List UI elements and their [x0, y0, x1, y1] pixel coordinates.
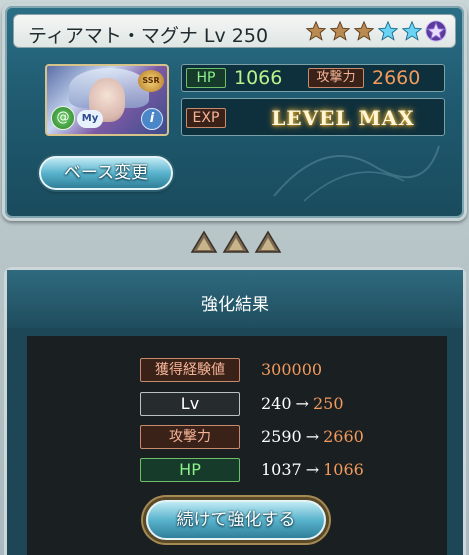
exp-gained-value: 300000	[261, 360, 323, 379]
result-row-hp: HP 1037 → 1066	[27, 458, 447, 484]
result-row-exp: 獲得経験値 300000	[27, 358, 447, 384]
result-row-level: Lv 240 → 250	[27, 392, 447, 418]
arrow-icon: →	[305, 427, 320, 446]
hp-label: HP	[186, 68, 226, 88]
old-value: 240	[261, 394, 292, 413]
result-label: HP	[140, 458, 240, 482]
wind-element-icon: @	[51, 106, 75, 130]
new-value: 2660	[323, 427, 364, 446]
new-value: 1066	[323, 460, 364, 479]
uncap-star-icon	[377, 20, 399, 41]
ssr-rarity-badge: SSR	[138, 70, 164, 92]
info-icon[interactable]: i	[141, 108, 163, 130]
decorative-swirl	[273, 145, 440, 202]
result-label: 獲得経験値	[140, 358, 240, 382]
summon-name-level: ティアマト・マグナ Lv 250	[28, 25, 269, 47]
uncap-stars	[305, 18, 447, 44]
result-label: Lv	[140, 392, 240, 416]
triangle-ornament-icon	[222, 230, 250, 253]
result-values: 300000	[261, 360, 322, 380]
arrow-icon: →	[305, 460, 320, 479]
result-label: 攻撃力	[140, 425, 240, 449]
result-values: 240 → 250	[261, 394, 344, 414]
summon-card: ティアマト・マグナ Lv 250 SSR @ My i HP 1066 攻撃力 …	[2, 3, 467, 221]
old-value: 2590	[261, 427, 302, 446]
new-value: 250	[312, 394, 344, 413]
result-title: 強化結果	[201, 295, 269, 315]
result-values: 1037 → 1066	[261, 460, 364, 480]
attack-label: 攻撃力	[308, 68, 364, 88]
uncap-star-icon	[329, 20, 351, 41]
ornament-triangles	[190, 230, 282, 254]
my-badge: My	[77, 110, 103, 128]
uncap-star-icon	[305, 20, 327, 41]
base-change-button[interactable]: ベース変更	[39, 156, 173, 190]
card-title-bar: ティアマト・マグナ Lv 250	[13, 14, 456, 48]
summon-portrait[interactable]: SSR @ My i	[45, 64, 169, 136]
arrow-icon: →	[295, 394, 309, 413]
exp-label: EXP	[186, 108, 226, 128]
stats-row: HP 1066 攻撃力 2660	[181, 64, 445, 92]
triangle-ornament-icon	[254, 230, 282, 253]
hp-value: 1066	[234, 67, 283, 89]
uncap-star-icon	[353, 20, 375, 41]
transcendence-star-icon	[425, 20, 447, 42]
result-panel-header: 強化結果	[7, 270, 463, 328]
result-values: 2590 → 2660	[261, 427, 364, 447]
uncap-star-icon	[401, 20, 423, 41]
triangle-ornament-icon	[190, 230, 218, 253]
attack-value: 2660	[372, 67, 421, 89]
result-row-attack: 攻撃力 2590 → 2660	[27, 425, 447, 451]
continue-enhance-button[interactable]: 続けて強化する	[146, 500, 326, 540]
old-value: 1037	[261, 460, 302, 479]
